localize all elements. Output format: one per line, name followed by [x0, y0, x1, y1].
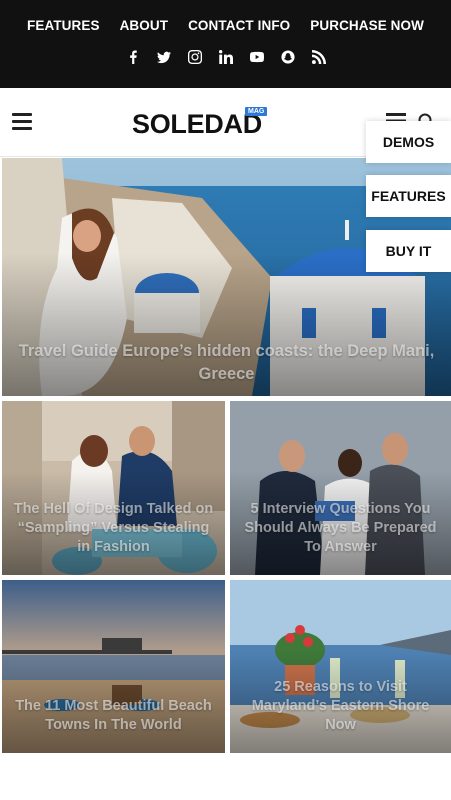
snapchat-icon[interactable] [280, 49, 296, 65]
demos-button[interactable]: DEMOS [366, 121, 451, 163]
post-title[interactable]: 25 Reasons to Visit Maryland’s Eastern S… [238, 678, 443, 735]
top-nav: FEATURES ABOUT CONTACT INFO PURCHASE NOW [0, 18, 451, 33]
buy-it-button[interactable]: BUY IT [366, 230, 451, 272]
post-title[interactable]: 5 Interview Questions You Should Always … [238, 500, 443, 557]
top-nav-contact-info[interactable]: CONTACT INFO [188, 18, 290, 33]
top-nav-purchase-now[interactable]: PURCHASE NOW [310, 18, 424, 33]
linkedin-icon[interactable] [218, 49, 234, 65]
twitter-icon[interactable] [156, 49, 172, 65]
post-card[interactable]: 5 Interview Questions You Should Always … [230, 401, 451, 575]
post-title[interactable]: The Hell Of Design Talked on “Sampling” … [10, 500, 217, 557]
youtube-icon[interactable] [249, 49, 265, 65]
logo-badge: MAG [245, 107, 268, 116]
top-bar: FEATURES ABOUT CONTACT INFO PURCHASE NOW [0, 0, 451, 88]
post-card[interactable]: The Hell Of Design Talked on “Sampling” … [2, 401, 225, 575]
features-button[interactable]: FEATURES [366, 175, 451, 217]
site-logo[interactable]: SOLEDAD [132, 109, 262, 140]
menu-icon[interactable] [12, 113, 32, 130]
post-title[interactable]: Travel Guide Europe’s hidden coasts: the… [10, 340, 443, 386]
top-nav-features[interactable]: FEATURES [27, 18, 100, 33]
rss-icon[interactable] [311, 49, 327, 65]
social-links [0, 49, 451, 65]
top-nav-about[interactable]: ABOUT [120, 18, 169, 33]
post-card[interactable]: The 11 Most Beautiful Beach Towns In The… [2, 580, 225, 753]
post-title[interactable]: The 11 Most Beautiful Beach Towns In The… [10, 697, 217, 735]
facebook-icon[interactable] [125, 49, 141, 65]
post-card[interactable]: 25 Reasons to Visit Maryland’s Eastern S… [230, 580, 451, 753]
instagram-icon[interactable] [187, 49, 203, 65]
